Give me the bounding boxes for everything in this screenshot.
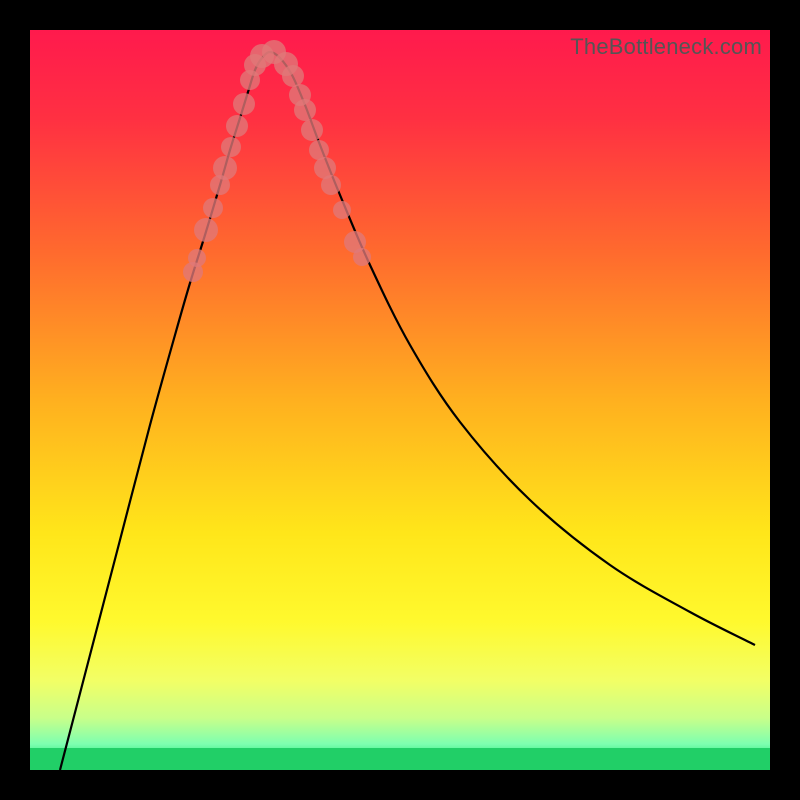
highlight-dot bbox=[194, 218, 218, 242]
highlight-dot bbox=[226, 115, 248, 137]
highlight-dot bbox=[221, 137, 241, 157]
chart-frame: TheBottleneck.com bbox=[30, 30, 770, 770]
curve-layer bbox=[30, 30, 770, 770]
highlight-dot bbox=[333, 201, 351, 219]
highlight-dot bbox=[353, 248, 371, 266]
highlight-dot bbox=[321, 175, 341, 195]
highlight-dot bbox=[301, 119, 323, 141]
highlight-dot bbox=[213, 156, 237, 180]
highlight-dot bbox=[294, 99, 316, 121]
bottleneck-curve bbox=[60, 52, 755, 770]
highlight-dot bbox=[282, 65, 304, 87]
highlight-dot bbox=[203, 198, 223, 218]
watermark-text: TheBottleneck.com bbox=[570, 34, 762, 60]
highlight-dots-group bbox=[183, 40, 371, 282]
highlight-dot bbox=[188, 249, 206, 267]
highlight-dot bbox=[233, 93, 255, 115]
highlight-dot bbox=[309, 140, 329, 160]
